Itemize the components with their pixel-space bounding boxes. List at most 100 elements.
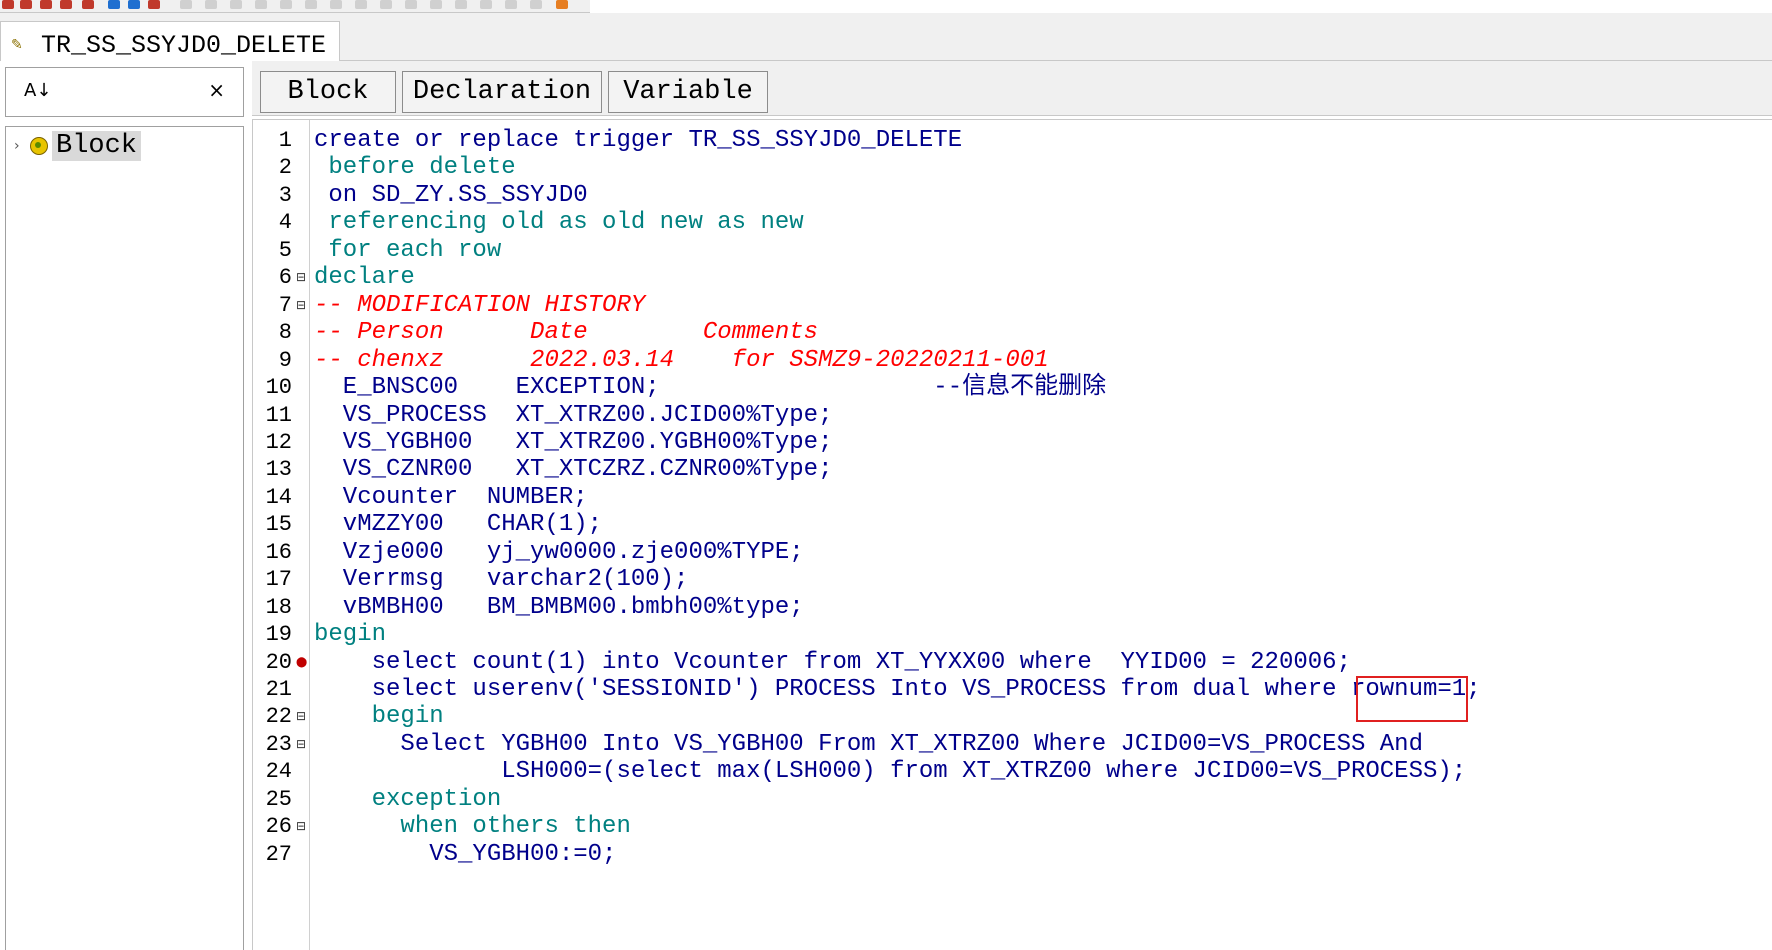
code-text: declare <box>314 264 415 292</box>
line-number: 4 <box>278 210 292 236</box>
code-text: Vcounter NUMBER; <box>314 483 588 511</box>
line-number: 26 <box>265 814 292 840</box>
code-text: E_BNSC00 EXCEPTION; --信息不能删除 <box>314 374 1107 402</box>
toolbar-icon-8[interactable] <box>148 0 160 9</box>
toolbar-icon-16[interactable] <box>355 0 367 9</box>
code-line[interactable]: 7 ⊟ -- MODIFICATION HISTORY <box>253 290 1772 321</box>
code-line[interactable]: 14 Vcounter NUMBER; <box>253 482 1772 513</box>
code-text: VS_YGBH00 XT_XTRZ00.YGBH00%Type; <box>314 428 833 456</box>
line-number: 18 <box>265 594 292 620</box>
line-number: 16 <box>265 539 292 565</box>
code-line[interactable]: 23 ⊟ Select YGBH00 Into VS_YGBH00 From XT… <box>253 729 1772 760</box>
code-line[interactable]: 20 ⬤ select count(1) into Vcounter from X… <box>253 647 1772 678</box>
code-line[interactable]: 2 before delete <box>253 152 1772 183</box>
toolbar-icon-13[interactable] <box>280 0 292 9</box>
tab-variable[interactable]: Variable <box>608 71 768 113</box>
code-text: VS_PROCESS XT_XTRZ00.JCID00%Type; <box>314 401 833 429</box>
code-line[interactable]: 9 -- chenxz 2022.03.14 for SSMZ9-20220211… <box>253 345 1772 376</box>
toolbar-icon-20[interactable] <box>455 0 467 9</box>
code-line[interactable]: 13 VS_CZNR00 XT_XTCZRZ.CZNR00%Type; <box>253 454 1772 485</box>
code-line[interactable]: 17 Verrmsg varchar2(100); <box>253 564 1772 595</box>
line-number: 22 <box>265 704 292 730</box>
code-line[interactable]: 22 ⊟ begin <box>253 701 1772 732</box>
tab-block[interactable]: Block <box>260 71 396 113</box>
code-line[interactable]: 16 Vzje000 yj_yw0000.zje000%TYPE; <box>253 537 1772 568</box>
tree-item-label: Block <box>52 131 142 161</box>
code-text: create or replace trigger TR_SS_SSYJD0_D… <box>314 127 963 154</box>
code-line[interactable]: 25 exception <box>253 784 1772 815</box>
fold-toggle-icon[interactable]: ⊟ <box>296 811 310 842</box>
toolbar-icon-11[interactable] <box>230 0 242 9</box>
code-text: Verrmsg varchar2(100); <box>314 566 689 594</box>
breakpoint-icon[interactable]: ⬤ <box>296 647 310 678</box>
toolbar-icon-10[interactable] <box>205 0 217 9</box>
line-number: 25 <box>265 786 292 812</box>
toolbar-icon-15[interactable] <box>330 0 342 9</box>
code-line[interactable]: 1 create or replace trigger TR_SS_SSYJD0_… <box>253 125 1772 156</box>
code-line[interactable]: 15 vMZZY00 CHAR(1); <box>253 509 1772 540</box>
code-line[interactable]: 5 for each row <box>253 235 1772 266</box>
toolbar-icon-22[interactable] <box>505 0 517 9</box>
toolbar-icon-23[interactable] <box>530 0 542 9</box>
code-line[interactable]: 27 VS_YGBH00:=0; <box>253 839 1772 870</box>
code-text: select userenv('SESSIONID') PROCESS Into… <box>314 676 1481 703</box>
toolbar-icon-21[interactable] <box>480 0 492 9</box>
code-line[interactable]: 21 select userenv('SESSIONID') PROCESS I… <box>253 674 1772 705</box>
toolbar-icon-2[interactable] <box>20 0 32 9</box>
toolbar-icon-4[interactable] <box>60 0 72 9</box>
line-number: 6 <box>278 265 292 291</box>
code-text: vBMBH00 BM_BMBM00.bmbh00%type; <box>314 593 804 621</box>
line-number: 13 <box>265 457 292 483</box>
code-line[interactable]: 4 referencing old as old new as new <box>253 207 1772 238</box>
line-number: 11 <box>265 402 292 428</box>
code-text: -- chenxz 2022.03.14 for SSMZ9-20220211-… <box>314 346 1049 374</box>
line-number: 10 <box>265 375 292 401</box>
document-tab-title: TR_SS_SSYJD0_DELETE <box>41 30 327 60</box>
main-toolbar <box>0 0 590 13</box>
code-line[interactable]: 18 vBMBH00 BM_BMBM00.bmbh00%type; <box>253 592 1772 623</box>
code-text: begin <box>314 621 387 649</box>
close-icon[interactable]: × <box>208 78 225 102</box>
editor-tab-bar: Block Declaration Variable <box>252 61 1772 116</box>
toolbar-icon-6[interactable] <box>108 0 120 9</box>
sort-az-icon[interactable]: A↓ <box>24 80 51 101</box>
code-line[interactable]: 11 VS_PROCESS XT_XTRZ00.JCID00%Type; <box>253 400 1772 431</box>
toolbar-icon-14[interactable] <box>305 0 317 9</box>
expand-arrow-icon[interactable]: › <box>14 138 26 154</box>
code-line[interactable]: 19 begin <box>253 619 1772 650</box>
toolbar-icon-12[interactable] <box>255 0 267 9</box>
fold-toggle-icon[interactable]: ⊟ <box>296 262 310 293</box>
code-text: referencing old as old new as new <box>314 209 804 237</box>
toolbar-icon-17[interactable] <box>380 0 392 9</box>
toolbar-icon-5[interactable] <box>82 0 94 9</box>
toolbar-icon-9[interactable] <box>180 0 192 9</box>
code-line[interactable]: 8 -- Person Date Comments <box>253 317 1772 348</box>
fold-toggle-icon[interactable]: ⊟ <box>296 290 310 321</box>
toolbar-icon-19[interactable] <box>430 0 442 9</box>
toolbar-icon-1[interactable] <box>2 0 14 9</box>
toolbar-icon-7[interactable] <box>128 0 140 9</box>
toolbar-icon-3[interactable] <box>40 0 52 9</box>
line-number: 3 <box>278 182 292 208</box>
code-text: -- Person Date Comments <box>314 319 819 347</box>
tab-declaration[interactable]: Declaration <box>402 71 602 113</box>
toolbar-icon-18[interactable] <box>405 0 417 9</box>
toolbar-icon-24[interactable] <box>556 0 568 9</box>
code-text: Select YGBH00 Into VS_YGBH00 From XT_XTR… <box>314 730 1423 758</box>
line-number: 20 <box>265 649 292 675</box>
code-line[interactable]: 26 ⊟ when others then <box>253 811 1772 842</box>
code-line[interactable]: 24 LSH000=(select max(LSH000) from XT_XT… <box>253 756 1772 787</box>
code-line[interactable]: 12 VS_YGBH00 XT_XTRZ00.YGBH00%Type; <box>253 427 1772 458</box>
fold-toggle-icon[interactable]: ⊟ <box>296 701 310 732</box>
line-number: 9 <box>278 347 292 373</box>
code-line[interactable]: 10 E_BNSC00 EXCEPTION; --信息不能删除 <box>253 372 1772 403</box>
line-number: 2 <box>278 155 292 181</box>
code-text: exception <box>314 785 502 813</box>
tree-item-block[interactable]: › Block <box>14 131 142 161</box>
code-line[interactable]: 3 on SD_ZY.SS_SSYJD0 <box>253 180 1772 211</box>
code-editor[interactable]: 1 create or replace trigger TR_SS_SSYJD0_… <box>252 119 1772 950</box>
code-line[interactable]: 6 ⊟ declare <box>253 262 1772 293</box>
line-number: 14 <box>265 484 292 510</box>
fold-toggle-icon[interactable]: ⊟ <box>296 729 310 760</box>
line-number: 27 <box>265 841 292 867</box>
